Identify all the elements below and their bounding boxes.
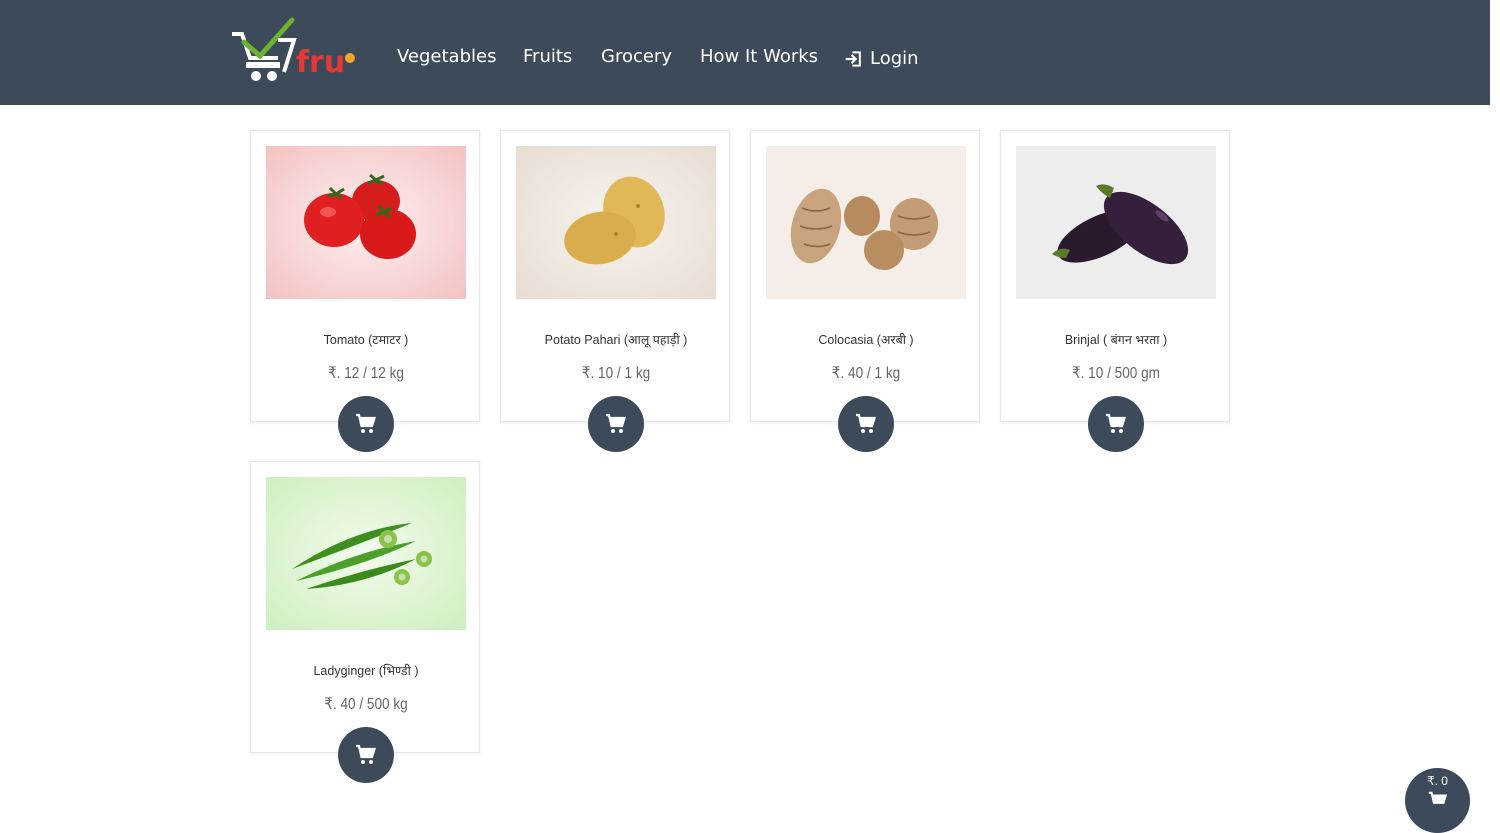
product-price: ₹. 12 / 12 kg xyxy=(328,365,404,382)
brinjal-image xyxy=(1016,146,1216,299)
cart-icon xyxy=(356,744,376,764)
nav-vegetables[interactable]: Vegetables xyxy=(397,46,496,67)
svg-text:fru: fru xyxy=(296,45,345,80)
product-card: Tomato (टमाटर ) ₹. 12 / 12 kg xyxy=(250,130,480,452)
tomato-image xyxy=(266,146,466,299)
cart-icon xyxy=(606,413,626,433)
product-price: ₹. 40 / 1 kg xyxy=(831,365,901,382)
product-name: Colocasia (अरबी ) xyxy=(818,333,914,347)
product-name: Ladyginger (भिण्डी ) xyxy=(313,664,419,678)
nav-grocery[interactable]: Grocery xyxy=(601,46,672,67)
add-to-cart-button[interactable] xyxy=(1088,396,1144,452)
cart-icon xyxy=(1106,413,1126,433)
nav-how-it-works[interactable]: How It Works xyxy=(700,46,818,67)
cart-icon xyxy=(1428,791,1448,804)
cart-total: ₹. 0 xyxy=(1427,774,1448,788)
cart-icon xyxy=(856,413,876,433)
top-navbar: fru Vegetables Fruits Grocery How It Wor… xyxy=(0,0,1490,105)
cart-icon xyxy=(356,413,376,433)
product-card: Brinjal ( बंगन भरता ) ₹. 10 / 500 gm xyxy=(1000,130,1230,452)
product-price: ₹. 10 / 500 gm xyxy=(1071,365,1161,382)
product-card: Potato Pahari (आलू पहाड़ी ) ₹. 10 / 1 kg xyxy=(500,130,730,452)
login-label: Login xyxy=(870,48,919,69)
product-price: ₹. 10 / 1 kg xyxy=(581,365,651,382)
add-to-cart-button[interactable] xyxy=(838,396,894,452)
product-name: Brinjal ( बंगन भरता ) xyxy=(1064,333,1168,347)
product-price: ₹. 40 / 500 kg xyxy=(324,696,408,713)
potato-image xyxy=(516,146,716,299)
product-card: Colocasia (अरबी ) ₹. 40 / 1 kg xyxy=(750,130,980,452)
nav-fruits[interactable]: Fruits xyxy=(523,46,572,67)
login-link[interactable]: Login xyxy=(844,48,919,69)
product-name: Potato Pahari (आलू पहाड़ी ) xyxy=(544,333,688,347)
brand-logo[interactable]: fru xyxy=(230,16,370,84)
ladyfinger-image xyxy=(266,477,466,630)
add-to-cart-button[interactable] xyxy=(338,396,394,452)
colocasia-image xyxy=(766,146,966,299)
product-name: Tomato (टमाटर ) xyxy=(323,333,409,347)
sign-in-icon xyxy=(845,50,861,67)
add-to-cart-button[interactable] xyxy=(588,396,644,452)
product-card: Ladyginger (भिण्डी ) ₹. 40 / 500 kg xyxy=(250,461,480,783)
add-to-cart-button[interactable] xyxy=(338,727,394,783)
floating-cart-button[interactable]: ₹. 0 xyxy=(1405,768,1470,833)
scrollbar-gutter xyxy=(1490,0,1500,800)
